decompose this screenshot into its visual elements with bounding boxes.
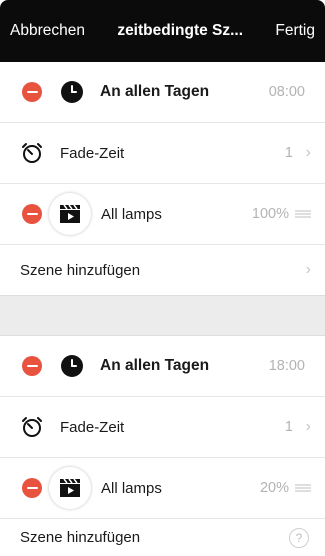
- fade-time-label: Fade-Zeit: [60, 418, 125, 436]
- remove-schedule-icon[interactable]: [22, 356, 42, 376]
- scene-brightness-value: 100%: [251, 206, 289, 222]
- add-scene-label: Szene hinzufügen: [20, 261, 141, 279]
- add-scene-row[interactable]: Szene hinzufügen ?: [0, 519, 325, 556]
- scene-brightness-value: 20%: [259, 480, 289, 496]
- done-button[interactable]: Fertig: [275, 22, 315, 40]
- remove-scene-icon[interactable]: [22, 478, 42, 498]
- fade-time-row[interactable]: Fade-Zeit 1 ›: [0, 123, 325, 184]
- schedule-row[interactable]: An allen Tagen 18:00: [0, 336, 325, 397]
- clock-icon: [61, 355, 83, 377]
- reorder-grip-icon[interactable]: [295, 484, 311, 492]
- timer-icon: [22, 417, 42, 437]
- timer-icon: [22, 143, 42, 163]
- section-separator: [0, 295, 325, 336]
- schedule-days-label: An allen Tagen: [100, 357, 210, 374]
- add-scene-label: Szene hinzufügen: [20, 529, 141, 546]
- remove-scene-icon[interactable]: [22, 204, 42, 224]
- help-icon[interactable]: ?: [289, 527, 309, 548]
- schedule-time: 18:00: [268, 358, 305, 374]
- add-scene-row[interactable]: Szene hinzufügen ›: [0, 245, 325, 295]
- clapperboard-icon: [60, 204, 80, 223]
- scene-row[interactable]: All lamps 20%: [0, 458, 325, 519]
- fade-time-value: 1: [284, 419, 293, 435]
- nav-bar: Abbrechen zeitbedingte Sz... Fertig: [0, 0, 325, 62]
- reorder-grip-icon[interactable]: [295, 210, 311, 218]
- scene-lamps-label: All lamps: [101, 205, 162, 223]
- chevron-right-icon: ›: [305, 418, 311, 435]
- fade-time-label: Fade-Zeit: [60, 144, 125, 162]
- scene-row[interactable]: All lamps 100%: [0, 184, 325, 245]
- scene-badge: [49, 193, 91, 235]
- cancel-button[interactable]: Abbrechen: [10, 22, 85, 40]
- scene-badge: [49, 467, 91, 509]
- chevron-right-icon: ›: [305, 261, 311, 278]
- schedule-row[interactable]: An allen Tagen 08:00: [0, 62, 325, 123]
- schedule-time: 08:00: [268, 84, 305, 100]
- clock-icon: [61, 81, 83, 103]
- fade-time-value: 1: [284, 145, 293, 161]
- remove-schedule-icon[interactable]: [22, 82, 42, 102]
- fade-time-row[interactable]: Fade-Zeit 1 ›: [0, 397, 325, 458]
- chevron-right-icon: ›: [305, 144, 311, 161]
- scene-lamps-label: All lamps: [101, 479, 162, 497]
- clapperboard-icon: [60, 478, 80, 497]
- schedule-days-label: An allen Tagen: [100, 83, 210, 100]
- page-title: zeitbedingte Sz...: [117, 22, 244, 39]
